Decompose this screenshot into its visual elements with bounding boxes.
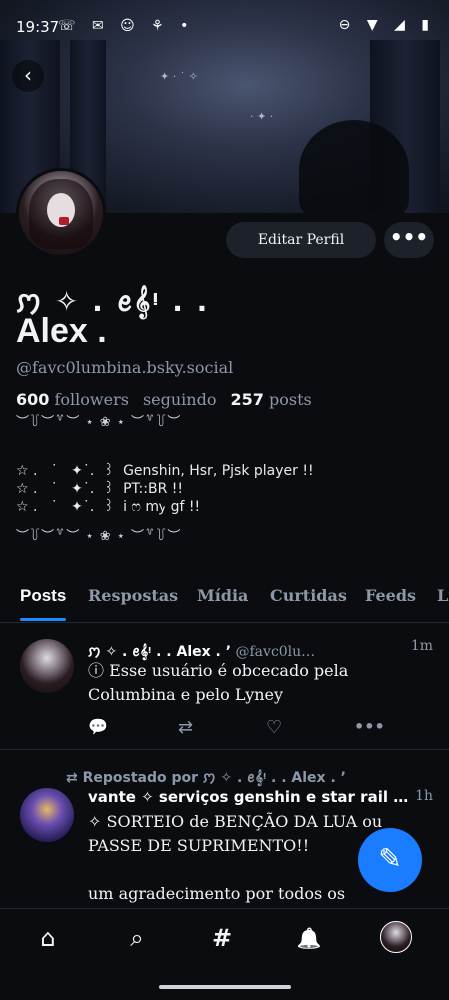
display-name: Alex . <box>16 312 107 350</box>
post-text: ⓘ Esse usuário é obcecado pela Columbina… <box>88 661 354 704</box>
post-actions: 💬 ⇄ ♡ ••• <box>88 717 388 741</box>
bio-divider: ︶꒦︶꒷︶ ⋆ ❀ ⋆ ︶꒷꒦︶ <box>16 415 182 430</box>
bio-line: ☆ . ˙ ✦˙. ꒱ PT::BR !! <box>16 481 183 497</box>
post-time: 1m <box>410 638 433 654</box>
post-avatar[interactable] <box>20 639 74 693</box>
tab-media[interactable]: Mídia <box>197 586 248 605</box>
tab-lists[interactable]: Listas <box>437 586 449 605</box>
bio-divider: ︶꒦︶꒷︶ ⋆ ❀ ⋆ ︶꒷꒦︶ <box>16 529 182 544</box>
repost-icon[interactable]: ⇄ <box>178 717 193 738</box>
edit-profile-button[interactable]: Editar Perfil <box>226 222 376 258</box>
posts-label: posts <box>268 390 312 409</box>
home-indicator <box>159 985 291 989</box>
tab-feeds[interactable]: Feeds <box>365 586 416 605</box>
bio-line: ☆ . ˙ ✦˙. ꒱ i ෆ mꭚ gf !! <box>16 499 201 515</box>
profile-avatar-nav[interactable] <box>380 921 412 953</box>
followers-label: followers <box>54 390 129 409</box>
notification-icons: ☏ ✉ ☺ ⚘ • <box>58 18 195 34</box>
post-author[interactable]: ꩀ ✧ . ꫀ𝄞ᵎ . . Alex . ’ <box>88 644 231 660</box>
post-handle[interactable]: @favc0lu… <box>236 644 316 660</box>
posts-count: 257 <box>230 390 264 409</box>
profile-handle: @favc0lumbina.bsky.social <box>16 358 234 377</box>
tab-posts[interactable]: Posts <box>20 586 66 606</box>
bottom-nav: ⌂ ⌕ # 🔔 <box>0 908 449 981</box>
avatar[interactable] <box>16 168 106 258</box>
more-options-button[interactable]: ••• <box>384 222 434 258</box>
compose-button[interactable]: ✎ <box>358 828 422 892</box>
post-avatar[interactable] <box>20 788 74 842</box>
followers-count: 600 <box>16 390 50 409</box>
feeds-icon[interactable]: # <box>207 923 237 953</box>
search-icon[interactable]: ⌕ <box>122 923 152 953</box>
status-bar: 19:37 ☏ ✉ ☺ ⚘ • ⊖ ▼ ◢ ▮ <box>0 0 449 52</box>
more-icon[interactable]: ••• <box>354 717 385 736</box>
status-time: 19:37 <box>16 18 60 36</box>
tab-likes[interactable]: Curtidas <box>270 586 347 605</box>
profile-stats: 600 followers seguindo 257 posts <box>16 390 312 409</box>
post-header: vante ✧ serviços genshin e star rail … <box>88 788 408 806</box>
profile-tabs: Posts Respostas Mídia Curtidas Feeds Lis… <box>0 580 449 623</box>
following-link[interactable]: seguindo <box>143 390 217 409</box>
feed-post[interactable]: ꩀ ✧ . ꫀ𝄞ᵎ . . Alex . ’ @favc0lu… 1m ⓘ Es… <box>0 623 449 750</box>
post-author[interactable]: vante ✧ serviços genshin e star rail … <box>88 788 408 806</box>
post-time: 1h <box>415 788 433 804</box>
home-icon[interactable]: ⌂ <box>33 923 63 953</box>
reply-icon[interactable]: 💬 <box>88 717 108 736</box>
followers-link[interactable]: 600 followers <box>16 390 129 409</box>
back-icon[interactable]: ‹ <box>12 60 44 92</box>
system-icons: ⊖ ▼ ◢ ▮ <box>338 17 435 33</box>
like-icon[interactable]: ♡ <box>266 717 282 738</box>
tab-replies[interactable]: Respostas <box>88 586 178 605</box>
bio-line: ☆ . ˙ ✦˙. ꒱ Genshin, Hsr, Pjsk player !! <box>16 463 314 479</box>
active-tab-indicator <box>20 618 66 621</box>
profile-bio: ︶꒦︶꒷︶ ⋆ ❀ ⋆ ︶꒷꒦︶ ☆ . ˙ ✦˙. ꒱ Genshin, Hs… <box>16 414 436 546</box>
notifications-icon[interactable]: 🔔 <box>294 923 324 953</box>
